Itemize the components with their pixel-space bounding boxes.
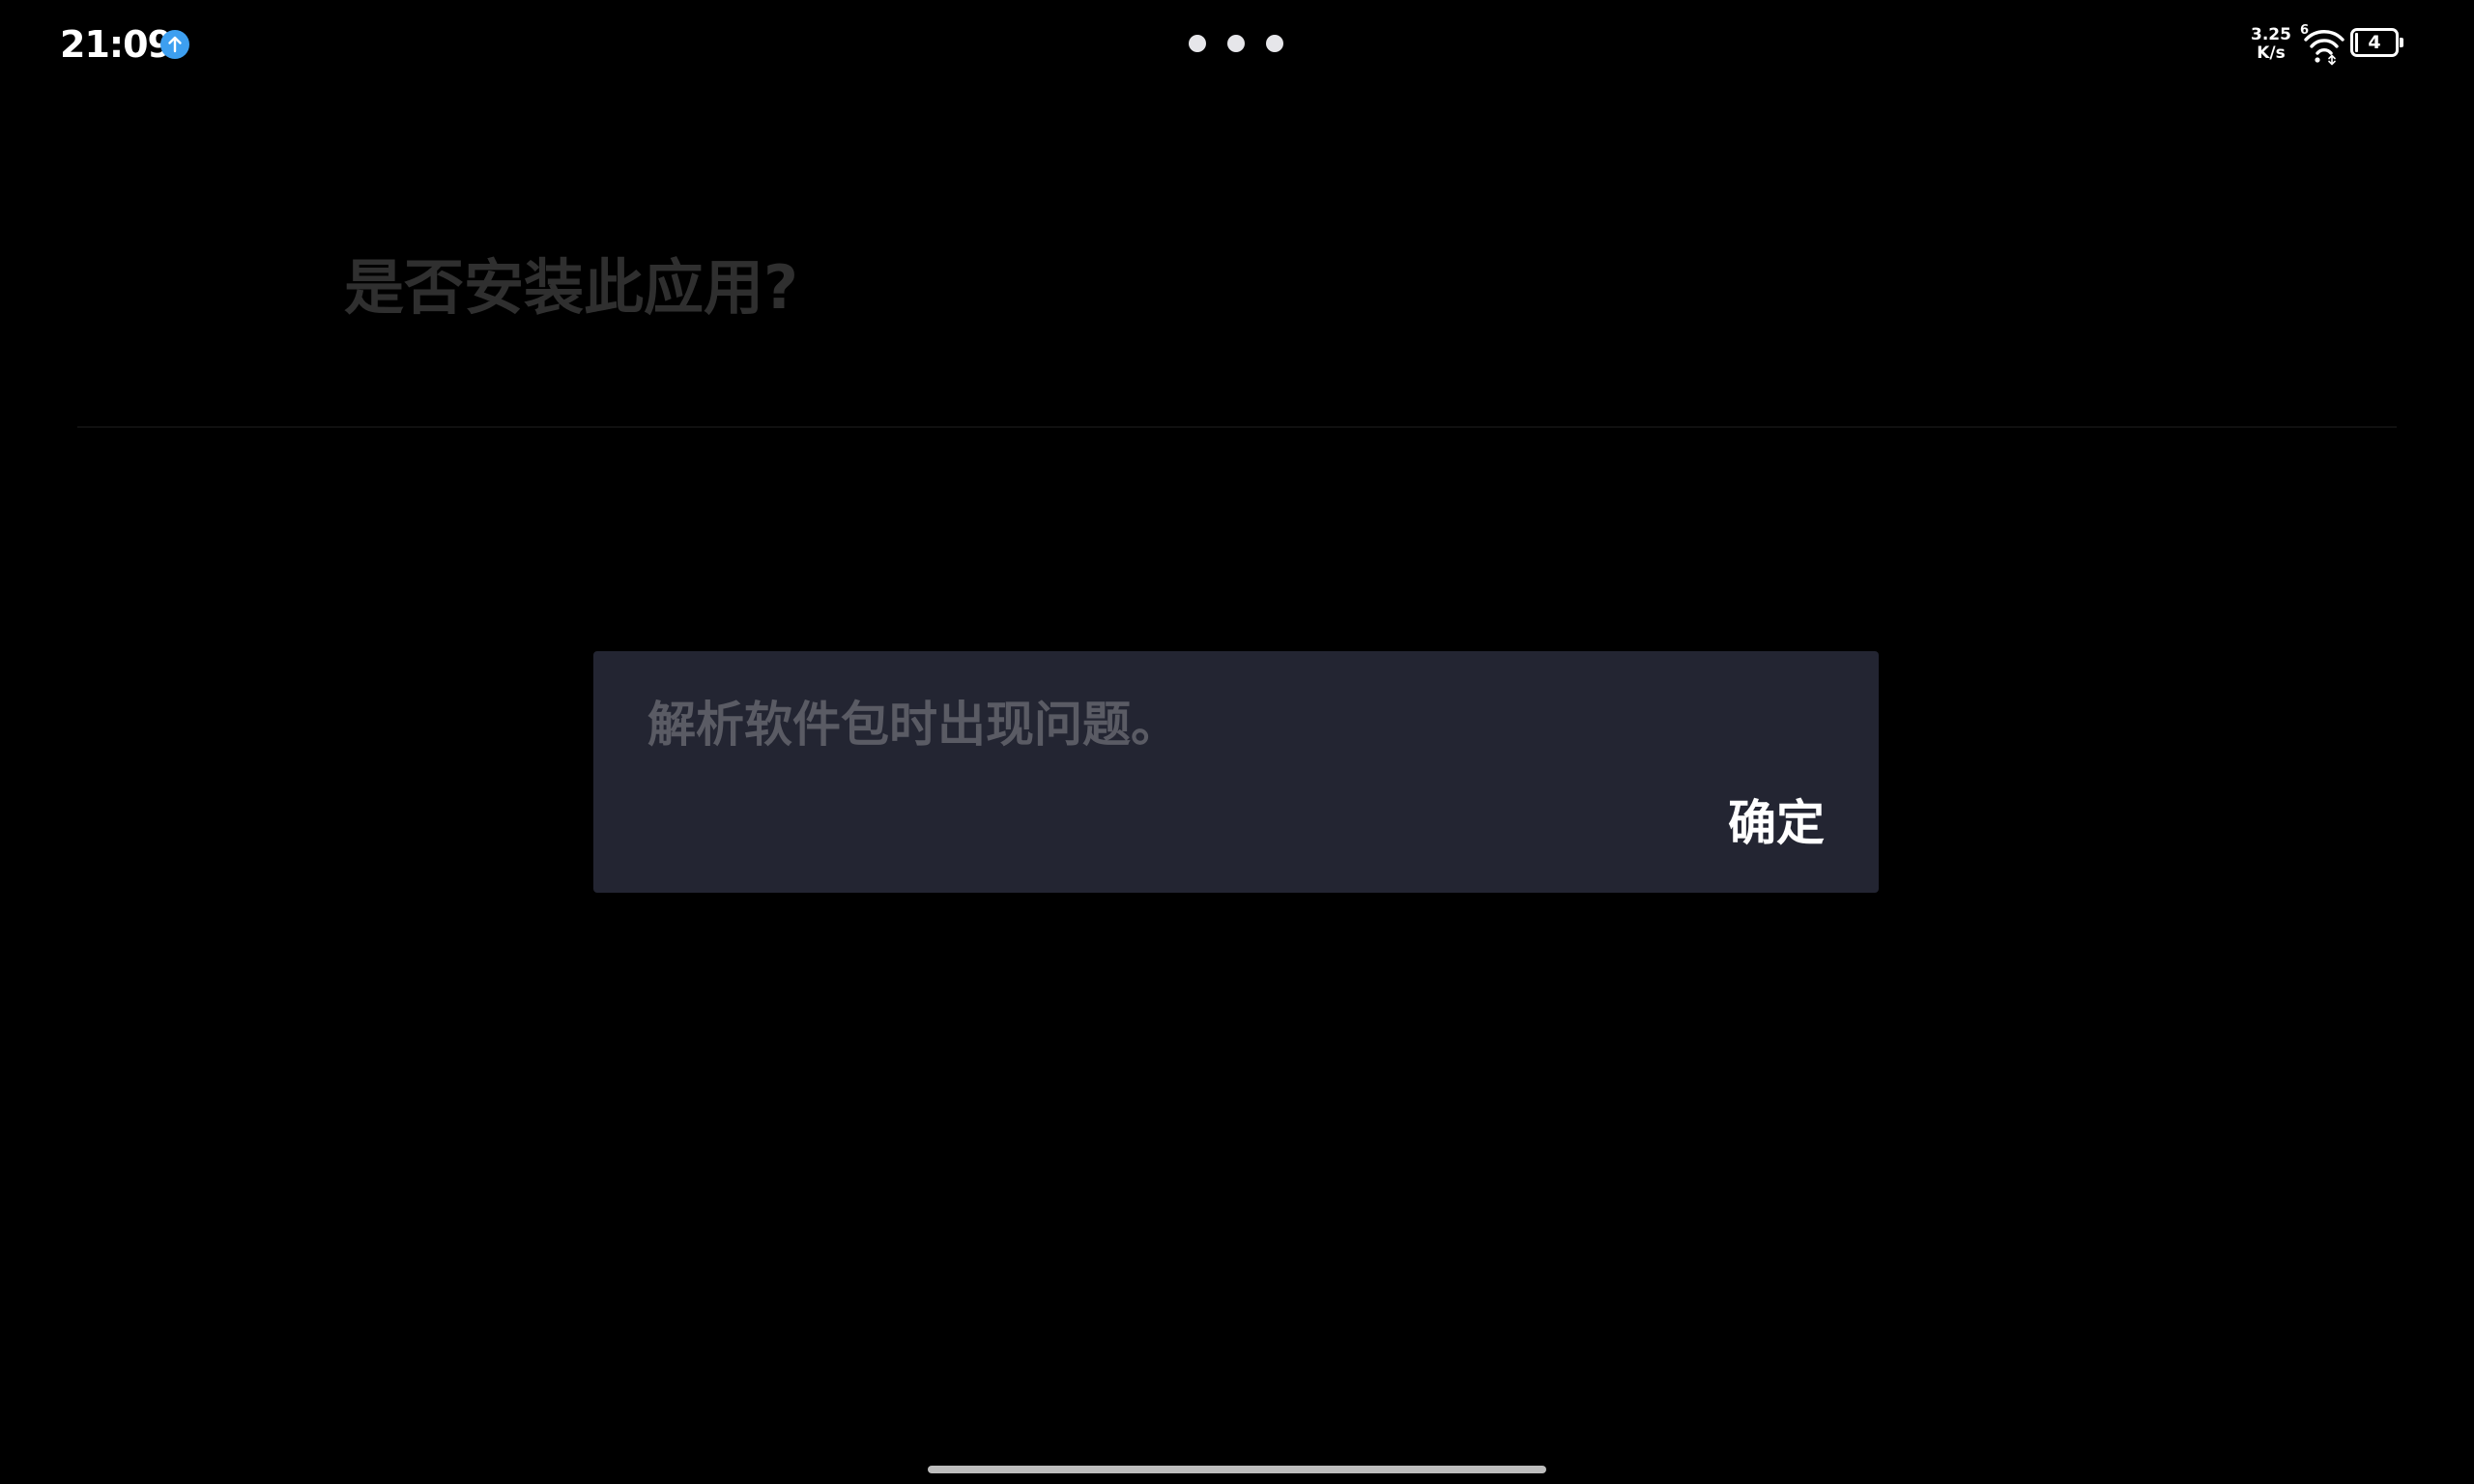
- status-bar: 21:09 3.25 K/s 6 4: [0, 0, 2474, 89]
- upload-arrow-icon: [160, 30, 189, 59]
- battery-icon: 4: [2350, 28, 2408, 63]
- wifi-6-icon: 6: [2300, 23, 2348, 66]
- header-divider: [77, 426, 2397, 428]
- battery-level: 4: [2368, 32, 2381, 53]
- wifi-generation-label: 6: [2300, 23, 2309, 38]
- dot-1: [1189, 35, 1206, 52]
- dot-3: [1266, 35, 1283, 52]
- install-page-title: 是否安装此应用?: [344, 252, 798, 323]
- battery-nub: [2400, 38, 2403, 47]
- network-speed-value: 3.25: [2251, 25, 2291, 44]
- status-clock: 21:09: [60, 23, 173, 66]
- parse-error-dialog: 解析软件包时出现问题。 确定: [593, 651, 1879, 893]
- ok-button[interactable]: 确定: [1728, 792, 1825, 854]
- dialog-message: 解析软件包时出现问题。: [647, 697, 1179, 753]
- gesture-bar-icon[interactable]: [928, 1466, 1546, 1473]
- three-dots-icon[interactable]: [1187, 35, 1287, 54]
- network-speed-unit: K/s: [2257, 43, 2286, 63]
- network-speed: 3.25 K/s: [2248, 26, 2294, 63]
- dot-2: [1227, 35, 1245, 52]
